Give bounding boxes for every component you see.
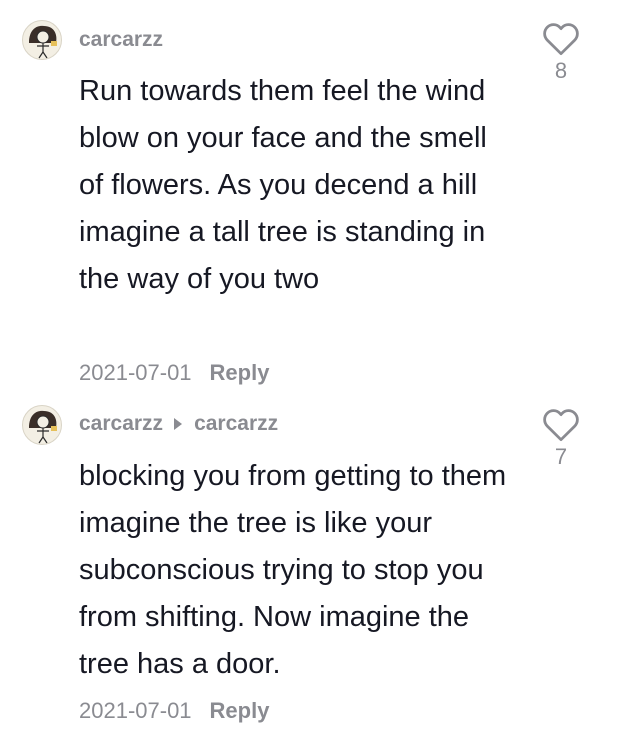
- stick-figure-avatar-icon: [29, 25, 57, 59]
- avatar[interactable]: [22, 405, 62, 445]
- comment-meta: 2021-07-01 Reply: [79, 698, 269, 724]
- comment-username[interactable]: carcarzz: [79, 28, 163, 52]
- comment-text: Run towards them feel the wind blow on y…: [79, 75, 487, 295]
- like-control[interactable]: 8: [540, 22, 582, 84]
- avatar[interactable]: [22, 20, 62, 60]
- reply-button[interactable]: Reply: [210, 360, 270, 385]
- stick-figure-avatar-icon: [29, 410, 57, 444]
- like-count: 8: [554, 58, 568, 83]
- comment-text: blocking you from getting to them imagin…: [79, 460, 507, 680]
- username-row: carcarzz: [79, 28, 163, 52]
- comment-date: 2021-07-01: [79, 360, 192, 385]
- username-row: carcarzz carcarzz: [79, 412, 278, 436]
- comment-username[interactable]: carcarzz: [79, 412, 163, 436]
- heart-outline-icon[interactable]: [542, 408, 580, 442]
- heart-outline-icon[interactable]: [542, 22, 580, 56]
- reply-button[interactable]: Reply: [210, 698, 270, 723]
- comment-meta: 2021-07-01 Reply: [79, 360, 269, 386]
- comment-date: 2021-07-01: [79, 698, 192, 723]
- like-control[interactable]: 7: [540, 408, 582, 470]
- like-count: 7: [554, 444, 568, 469]
- reply-arrow-icon: [174, 418, 183, 430]
- reply-to-username[interactable]: carcarzz: [194, 412, 278, 436]
